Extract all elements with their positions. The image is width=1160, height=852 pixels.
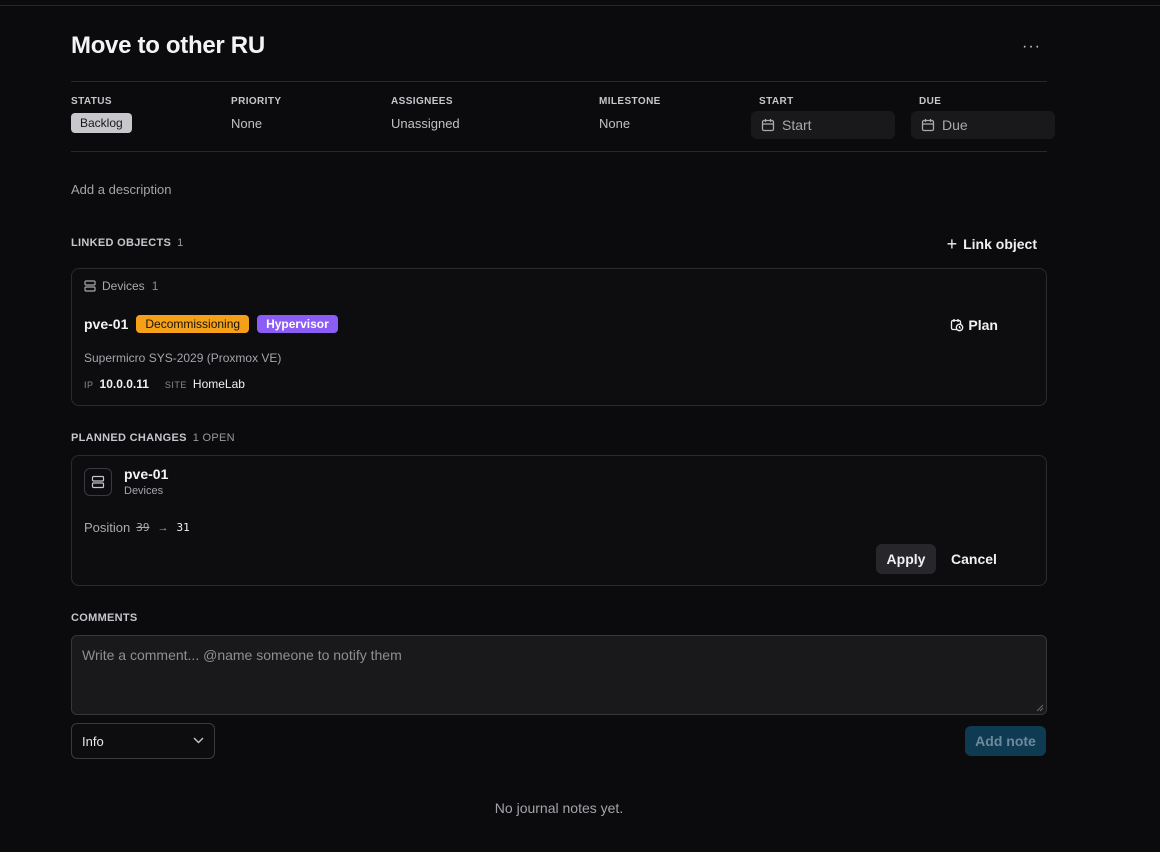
top-divider [0, 5, 1160, 6]
chevron-down-icon [193, 737, 204, 744]
page-title: Move to other RU [71, 32, 265, 59]
status-field: STATUS Backlog [71, 96, 132, 133]
new-value: 31 [176, 521, 190, 534]
add-note-button[interactable]: Add note [965, 726, 1046, 756]
start-date-text: Start [782, 117, 812, 133]
priority-label: PRIORITY [231, 96, 282, 107]
start-field: START [759, 96, 794, 107]
ip-value: 10.0.0.11 [99, 377, 149, 391]
due-date-button[interactable]: Due [911, 111, 1055, 139]
linked-devices-card: Devices 1 pve-01 Decommissioning Hypervi… [71, 268, 1047, 406]
change-field: Position [84, 520, 131, 535]
device-row: pve-01 Decommissioning Hypervisor [84, 315, 346, 333]
device-model: Supermicro SYS-2029 (Proxmox VE) [84, 351, 282, 365]
device-type-badge [84, 468, 112, 496]
apply-button[interactable]: Apply [876, 544, 936, 574]
ip-label: IP [84, 380, 94, 390]
comment-placeholder: Write a comment... @name someone to noti… [82, 647, 402, 663]
device-name-link[interactable]: pve-01 [84, 316, 128, 332]
calendar-icon [921, 119, 935, 132]
meta-fields: STATUS Backlog PRIORITY None ASSIGNEES U… [71, 96, 1061, 140]
title-row: Move to other RU ··· [71, 32, 1047, 64]
planned-changes-count: 1 OPEN [192, 432, 235, 444]
devices-group-header: Devices 1 [84, 279, 158, 293]
add-description-link[interactable]: Add a description [71, 182, 171, 197]
server-icon [91, 475, 105, 489]
devices-group-count: 1 [151, 279, 159, 293]
planned-changes-title: PLANNED CHANGES [71, 432, 187, 444]
assignees-field: ASSIGNEES Unassigned [391, 96, 460, 131]
divider [71, 81, 1047, 82]
link-object-label: Link object [963, 236, 1037, 252]
linked-objects-count: 1 [177, 237, 184, 249]
more-options-icon[interactable]: ··· [1022, 38, 1041, 56]
device-attributes: IP 10.0.0.11 SITE HomeLab [84, 377, 261, 391]
due-field: DUE [919, 96, 941, 107]
arrow-right-icon: → [157, 521, 169, 534]
linked-objects-title: LINKED OBJECTS [71, 237, 172, 249]
planned-change-card: pve-01 Devices Position 39 → 31 Apply Ca… [71, 455, 1047, 586]
assignees-value[interactable]: Unassigned [391, 116, 460, 131]
calendar-icon [761, 119, 775, 132]
priority-value[interactable]: None [231, 116, 281, 131]
note-type-select[interactable]: Info [71, 723, 215, 759]
status-label: STATUS [71, 96, 112, 107]
old-value: 39 [136, 521, 150, 534]
milestone-field: MILESTONE None [599, 96, 661, 131]
resize-handle-icon[interactable] [1036, 704, 1044, 712]
comments-heading: COMMENTS [71, 612, 138, 624]
start-label: START [759, 96, 794, 107]
divider [71, 151, 1047, 152]
server-icon [84, 280, 96, 292]
calendar-clock-icon [951, 319, 964, 332]
devices-group-label: Devices [102, 279, 145, 293]
due-label: DUE [919, 96, 942, 107]
note-type-value: Info [82, 733, 104, 749]
plan-label: Plan [968, 317, 998, 333]
cancel-button[interactable]: Cancel [942, 544, 1006, 574]
comment-input[interactable]: Write a comment... @name someone to noti… [71, 635, 1047, 715]
site-label: SITE [164, 380, 187, 390]
priority-field: PRIORITY None [231, 96, 281, 131]
start-date-button[interactable]: Start [751, 111, 895, 139]
change-device-name: pve-01 [124, 466, 169, 482]
site-value: HomeLab [192, 377, 245, 391]
role-tag: Hypervisor [257, 315, 338, 333]
planned-changes-heading: PLANNED CHANGES 1 OPEN [71, 432, 235, 444]
plus-icon: + [946, 234, 958, 254]
milestone-value[interactable]: None [599, 116, 661, 131]
change-device-type: Devices [124, 485, 164, 497]
status-badge[interactable]: Backlog [71, 113, 132, 133]
assignees-label: ASSIGNEES [391, 96, 453, 107]
empty-journal-message: No journal notes yet. [494, 800, 624, 816]
status-tag: Decommissioning [136, 315, 250, 333]
plan-button[interactable]: Plan [950, 317, 998, 333]
linked-objects-heading: LINKED OBJECTS 1 [71, 237, 184, 249]
milestone-label: MILESTONE [599, 96, 661, 107]
change-diff: Position 39 → 31 [84, 520, 190, 535]
link-object-button[interactable]: + Link object [946, 234, 1037, 254]
due-date-text: Due [942, 117, 968, 133]
